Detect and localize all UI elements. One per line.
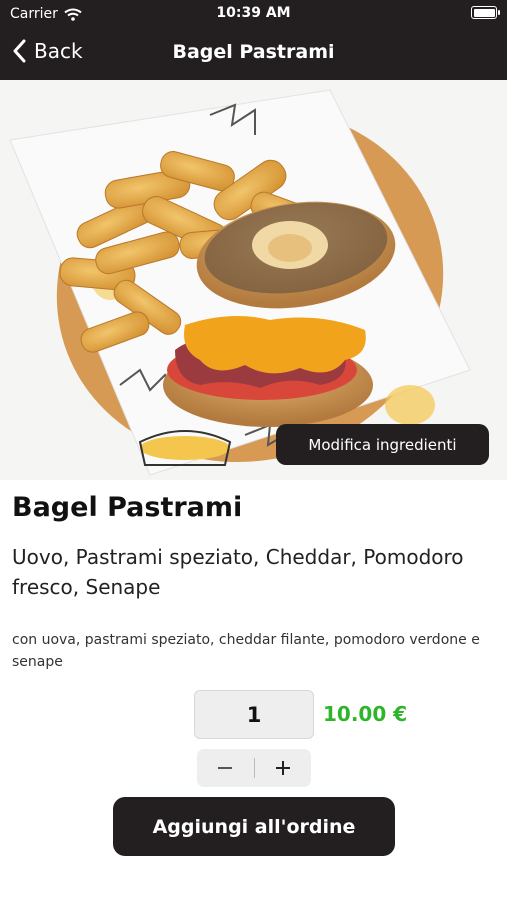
minus-icon [218, 767, 233, 769]
navigation-bar: Back Bagel Pastrami [0, 28, 507, 80]
page-title: Bagel Pastrami [172, 41, 335, 63]
add-to-order-button[interactable]: Aggiungi all'ordine [113, 797, 395, 856]
quantity-stepper [197, 749, 311, 787]
decrement-button[interactable] [197, 749, 254, 787]
status-time: 10:39 AM [216, 5, 291, 21]
product-image [0, 80, 507, 480]
product-name: Bagel Pastrami [12, 492, 243, 523]
status-bar: Carrier 10:39 AM [0, 0, 507, 28]
product-ingredients: Uovo, Pastrami speziato, Cheddar, Pomodo… [12, 545, 464, 599]
quantity-field[interactable]: 1 [194, 690, 314, 739]
bagel-pastrami-with-fries-photo [0, 80, 507, 480]
plus-icon [275, 761, 290, 775]
battery-icon [471, 6, 500, 19]
edit-ingredients-button[interactable]: Modifica ingredienti [276, 424, 489, 465]
product-description: con uova, pastrami speziato, cheddar fil… [12, 632, 480, 670]
increment-button[interactable] [254, 749, 311, 787]
product-price: 10.00 € [323, 702, 408, 726]
